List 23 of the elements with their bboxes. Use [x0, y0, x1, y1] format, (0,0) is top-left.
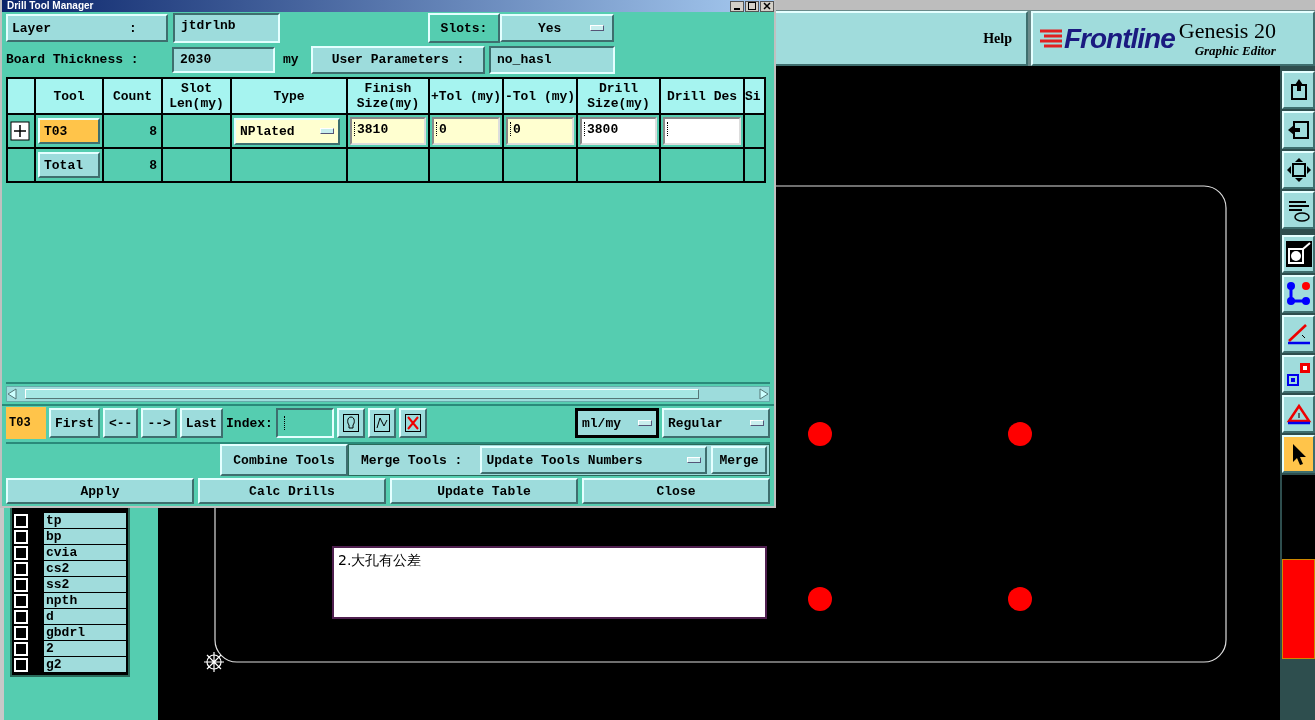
slots-label: Slots:	[428, 13, 500, 43]
table-cell: 8	[149, 157, 157, 173]
column-header: Drill Des	[666, 88, 738, 104]
column-header: Drill Size(my)	[586, 81, 651, 111]
merge-tools-label: Merge Tools :	[360, 452, 464, 468]
column-header: +Tol (my)	[430, 88, 502, 104]
text-annotation: 2.大孔有公差	[332, 546, 767, 619]
unit-label: my	[282, 52, 300, 67]
column-header: Count	[113, 88, 152, 104]
column-header: Si	[745, 88, 761, 104]
column-header: -Tol (my)	[504, 88, 576, 104]
board-thickness-label: Board Thickness :	[6, 52, 140, 67]
column-header: Slot Len(my)	[168, 81, 225, 111]
column-header: Type	[273, 88, 305, 104]
table-cell: 8	[149, 123, 157, 139]
product-name: Genesis 20	[1178, 18, 1276, 43]
window-title: Drill Tool Manager	[7, 1, 94, 11]
brand-logo-text: Frontline	[1064, 22, 1175, 55]
column-header: Finish Size(my)	[355, 81, 421, 111]
product-subtitle: Graphic Editor	[1194, 42, 1276, 59]
index-label: Index:	[226, 415, 273, 431]
column-header: Tool	[53, 88, 85, 104]
current-tool-label: T03	[6, 407, 46, 439]
